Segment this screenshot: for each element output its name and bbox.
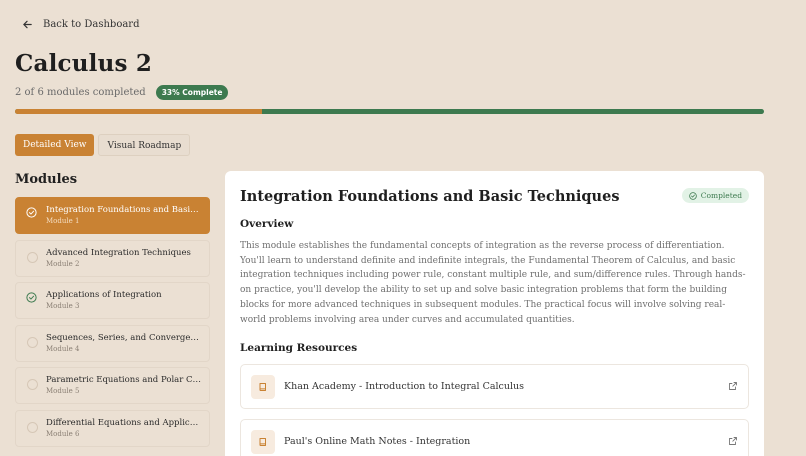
check-circle-icon <box>26 207 37 218</box>
resource-label: Khan Academy - Introduction to Integral … <box>284 381 525 393</box>
book-icon <box>251 374 275 399</box>
empty-circle-icon <box>27 251 38 263</box>
external-link-icon[interactable] <box>728 381 738 391</box>
detailed-view-button[interactable]: Detailed View <box>15 134 95 156</box>
module-number: Module 2 <box>46 259 80 268</box>
overview-heading: Overview <box>240 218 294 230</box>
module-item[interactable]: Integration Foundations and Basic Techni… <box>15 197 210 234</box>
visual-roadmap-button[interactable]: Visual Roadmap <box>98 134 191 156</box>
module-name: Applications of Integration <box>46 290 162 300</box>
module-number: Module 4 <box>46 344 80 353</box>
progress-badge: 33% Complete <box>155 85 229 100</box>
module-item[interactable]: Applications of Integration Module 3 <box>15 282 210 319</box>
progress-text: 2 of 6 modules completed <box>15 87 146 98</box>
arrow-left-icon <box>23 20 32 29</box>
module-name: Advanced Integration Techniques <box>46 247 191 258</box>
empty-circle-icon <box>27 421 38 433</box>
module-list: Integration Foundations and Basic Techni… <box>15 197 210 452</box>
empty-circle-icon <box>27 336 38 348</box>
module-item[interactable]: Advanced Integration Techniques Module 2 <box>15 239 210 277</box>
progress-bar <box>15 109 764 114</box>
check-circle-icon <box>26 292 37 303</box>
resource-item[interactable]: Khan Academy - Introduction to Integral … <box>240 364 749 410</box>
overview-text: This module establishes the fundamental … <box>240 241 746 325</box>
back-link-label: Back to Dashboard <box>43 19 140 30</box>
resource-item[interactable]: Paul's Online Math Notes - Integration <box>240 419 749 456</box>
module-detail-card: Integration Foundations and Basic Techni… <box>225 171 764 456</box>
module-number: Module 6 <box>46 429 80 438</box>
external-link-icon[interactable] <box>728 436 738 446</box>
check-circle-icon <box>688 191 697 200</box>
module-name: Sequences, Series, and Convergence <box>46 332 201 343</box>
view-toggle: Detailed View Visual Roadmap <box>15 134 191 156</box>
progress-meta: 2 of 6 modules completed 33% Complete <box>15 85 229 100</box>
learning-resources-heading: Learning Resources <box>240 342 358 355</box>
progress-bar-fill <box>15 109 263 114</box>
module-item[interactable]: Differential Equations and Applications M… <box>15 409 210 447</box>
module-number: Module 5 <box>46 387 80 395</box>
module-number: Module 3 <box>46 302 80 310</box>
module-detail-title: Integration Foundations and Basic Techni… <box>240 188 620 205</box>
book-icon <box>251 429 275 454</box>
module-number: Module 1 <box>46 217 80 225</box>
module-name: Integration Foundations and Basic Techni… <box>46 205 201 215</box>
completed-badge: Completed <box>681 188 749 203</box>
empty-circle-icon <box>27 379 38 390</box>
module-name: Differential Equations and Applications <box>46 417 201 428</box>
module-item[interactable]: Sequences, Series, and Convergence Module… <box>15 324 210 362</box>
resource-label: Paul's Online Math Notes - Integration <box>284 436 471 448</box>
back-to-dashboard-link[interactable]: Back to Dashboard <box>22 19 139 30</box>
page-title: Calculus 2 <box>15 50 153 77</box>
module-item[interactable]: Parametric Equations and Polar Coordinat… <box>15 367 210 404</box>
module-name: Parametric Equations and Polar Coordinat… <box>46 375 201 385</box>
modules-heading: Modules <box>15 172 78 187</box>
completed-badge-label: Completed <box>700 191 742 200</box>
